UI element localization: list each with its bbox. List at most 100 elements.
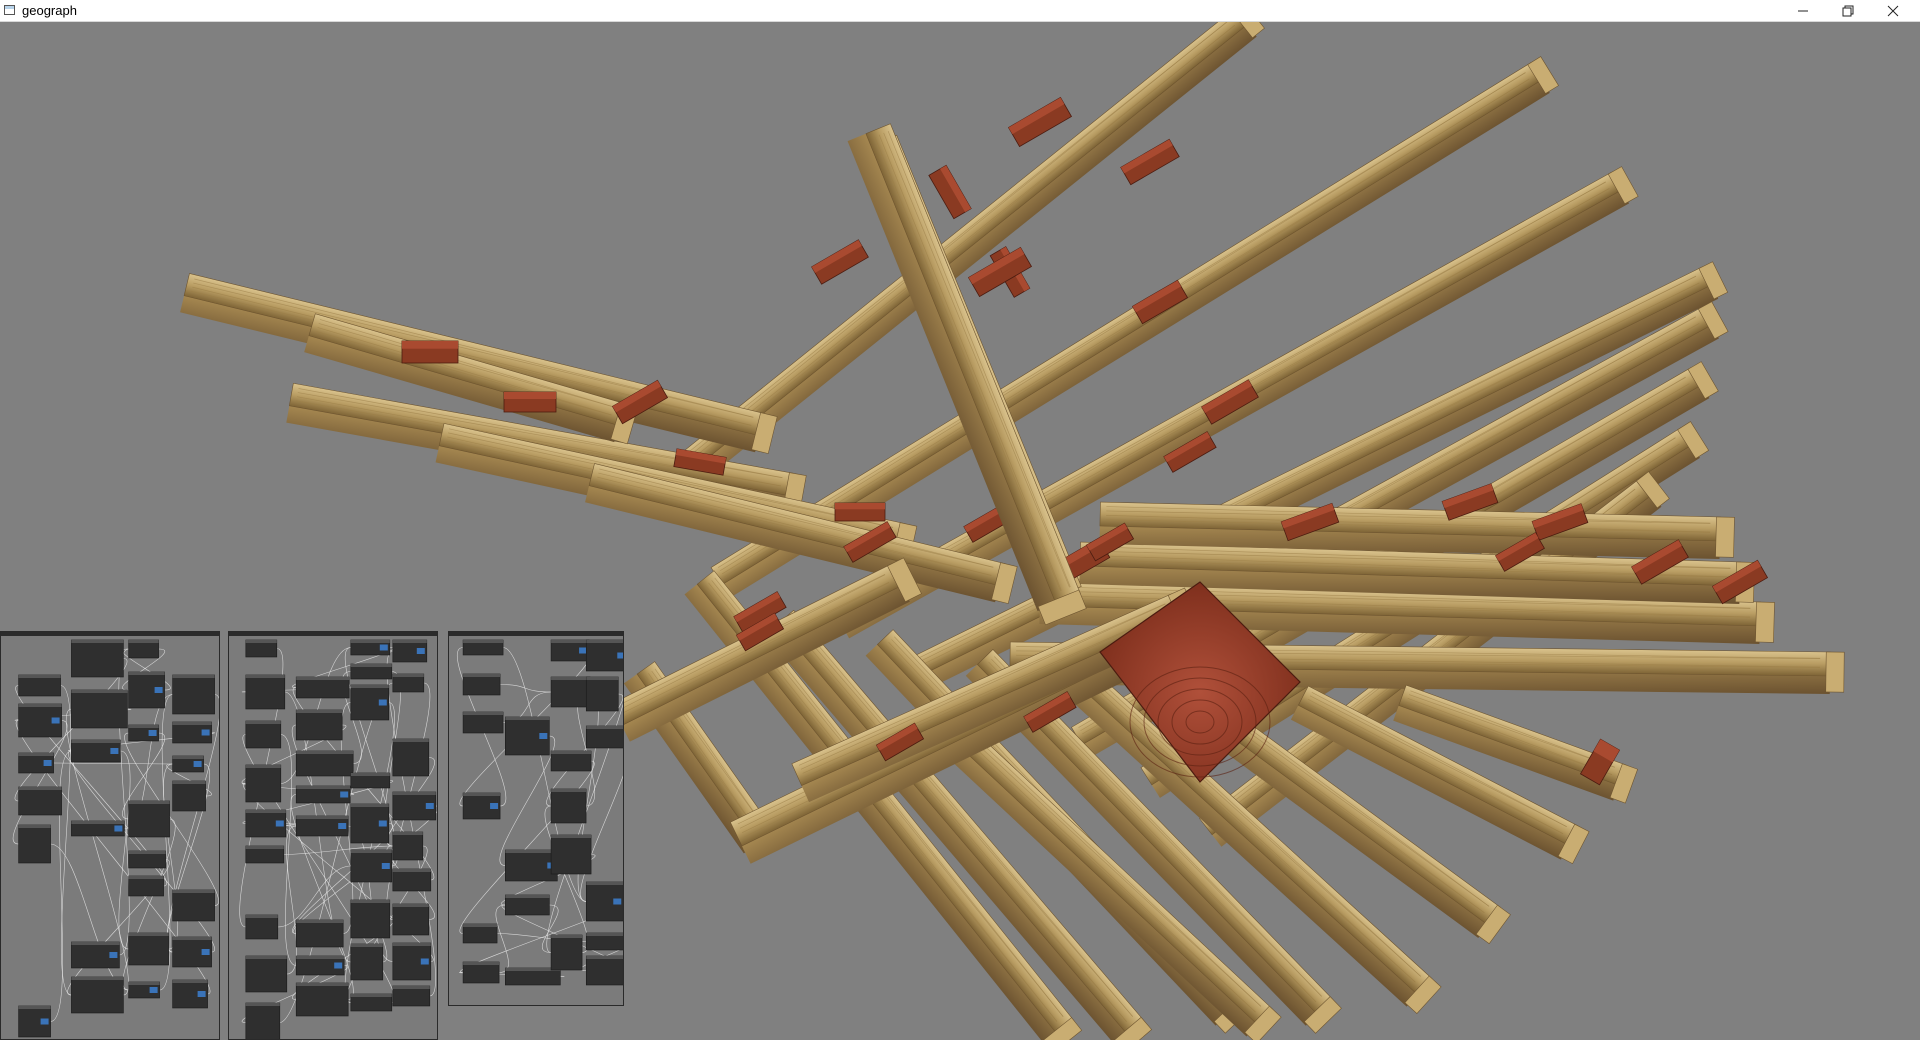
graph-node-header — [18, 704, 62, 707]
graph-node-header — [392, 739, 429, 742]
graph-node-header — [172, 781, 206, 784]
graph-node-header — [463, 712, 504, 715]
graph-node-header — [172, 675, 215, 678]
wedge-block — [834, 502, 886, 522]
close-button[interactable] — [1871, 0, 1915, 22]
graph-node-header — [296, 786, 351, 789]
graph-port — [110, 748, 119, 754]
graph-node-header — [505, 850, 558, 853]
graph-node-header — [245, 846, 284, 849]
app-icon — [4, 5, 15, 15]
wedge-block — [401, 340, 459, 364]
graph-node — [550, 834, 592, 875]
graph-node-header — [463, 640, 504, 643]
graph-node-header — [18, 675, 61, 678]
graph-node-header — [245, 721, 281, 724]
graph-node-header — [128, 982, 160, 985]
graph-node — [245, 720, 282, 749]
node-graph-panel-2[interactable] — [228, 631, 438, 1040]
graph-node-header — [71, 977, 124, 980]
graph-node-header — [296, 677, 350, 680]
3d-viewport[interactable] — [0, 22, 1920, 1040]
graph-node-header — [392, 640, 427, 643]
graph-node-header — [71, 640, 124, 643]
graph-node-header — [128, 933, 169, 936]
graph-node-header — [350, 804, 389, 807]
graph-node-header — [245, 1003, 280, 1006]
graph-node — [172, 889, 215, 922]
graph-node — [462, 673, 501, 696]
graph-node-header — [551, 677, 591, 680]
graph-node — [18, 786, 62, 816]
graph-node — [245, 955, 288, 993]
node-graph-canvas[interactable] — [1, 632, 220, 1040]
graph-node-header — [586, 956, 623, 959]
graph-node-header — [18, 787, 62, 790]
graph-node — [245, 914, 279, 940]
graph-node-header — [350, 640, 390, 643]
wedge-block — [928, 164, 972, 220]
graph-node-header — [71, 690, 128, 693]
graph-wire — [118, 750, 131, 950]
graph-node-header — [172, 890, 215, 893]
graph-node-header — [463, 793, 501, 796]
graph-port — [275, 820, 284, 827]
graph-port — [416, 648, 425, 654]
node-graph-canvas[interactable] — [229, 632, 438, 1040]
graph-node-header — [551, 751, 592, 754]
graph-node-header — [392, 832, 423, 835]
node-graph-canvas[interactable] — [449, 632, 624, 1006]
graph-node — [585, 955, 623, 986]
graph-node-header — [296, 920, 344, 923]
graph-node-header — [505, 717, 550, 720]
minimize-button[interactable] — [1781, 0, 1825, 22]
graph-node — [71, 976, 124, 1014]
graph-node-header — [128, 851, 166, 854]
graph-node-header — [392, 986, 430, 989]
graph-node-header — [128, 640, 159, 643]
graph-node — [392, 903, 430, 936]
graph-node-header — [128, 801, 170, 804]
graph-node-header — [586, 677, 619, 680]
graph-node-header — [18, 1006, 51, 1009]
graph-node-header — [296, 816, 349, 819]
restore-button[interactable] — [1826, 0, 1870, 22]
graph-port — [420, 958, 429, 965]
graph-node-header — [71, 942, 120, 945]
graph-node-header — [128, 672, 165, 675]
graph-node-header — [350, 944, 383, 947]
graph-node — [71, 639, 124, 678]
graph-node — [18, 824, 51, 864]
graph-node-header — [463, 924, 498, 927]
graph-port — [381, 863, 390, 869]
graph-node-header — [245, 956, 287, 959]
graph-node — [172, 780, 206, 812]
graph-node-header — [350, 994, 392, 997]
graph-node-header — [245, 675, 285, 678]
graph-node — [550, 676, 591, 708]
graph-node-header — [586, 933, 623, 936]
graph-port — [40, 1018, 49, 1025]
graph-node-header — [463, 962, 500, 965]
graph-node-header — [350, 685, 389, 688]
graph-node-header — [128, 876, 164, 879]
graph-node — [350, 943, 384, 981]
graph-port — [579, 647, 588, 654]
graph-node-header — [350, 900, 390, 903]
graph-node — [172, 674, 215, 715]
graph-node — [550, 934, 583, 971]
node-graph-panel-3[interactable] — [448, 631, 624, 1006]
graph-node-header — [18, 753, 54, 756]
graph-node-header — [551, 935, 583, 938]
graph-node — [550, 788, 587, 824]
graph-node-header — [172, 980, 208, 983]
graph-port — [43, 760, 52, 766]
wedge-block — [811, 239, 869, 285]
graph-node-header — [245, 810, 286, 813]
node-graph-panel-1[interactable] — [0, 631, 220, 1040]
graph-node — [71, 689, 128, 729]
graph-node — [295, 750, 354, 777]
graph-node-header — [463, 674, 501, 677]
graph-node — [18, 674, 61, 697]
graph-node-header — [296, 751, 354, 754]
